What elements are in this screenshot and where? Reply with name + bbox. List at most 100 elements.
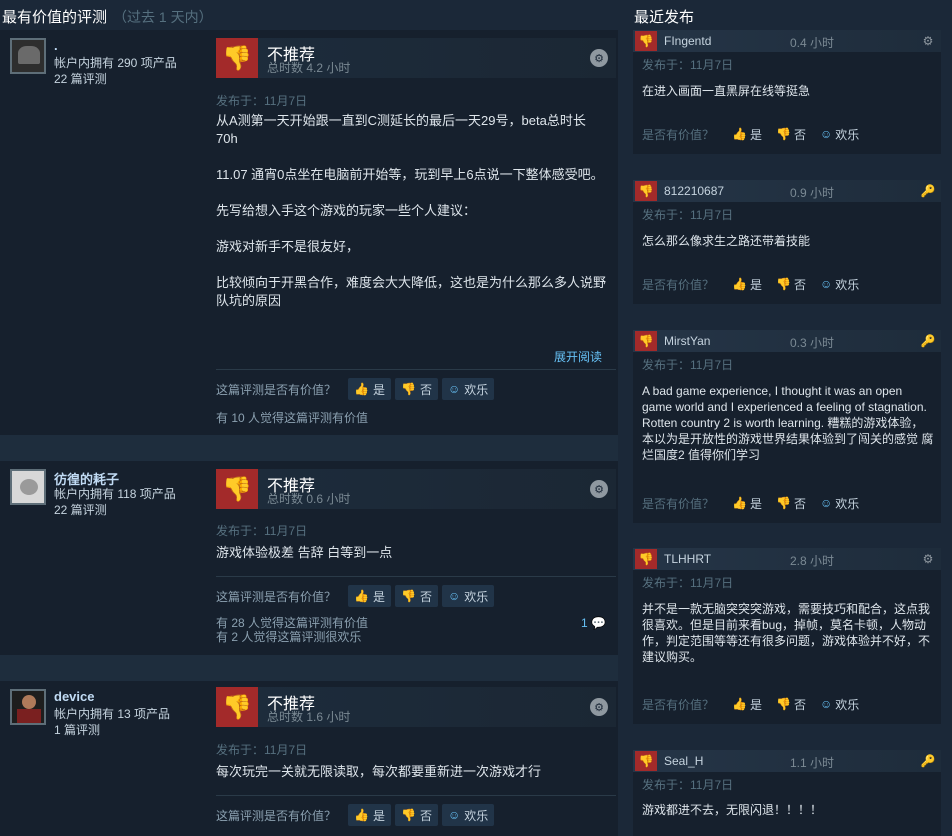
recent-review-card: 👎 812210687 0.9 小时 🔑 发布于：11月7日 怎么那么像求生之路… — [633, 180, 941, 304]
smiley-icon: ☺ — [447, 808, 461, 822]
recent-review-text: 怎么那么像求生之路还带着技能 — [642, 234, 811, 248]
thumbs-down-icon: 👎 — [635, 549, 657, 569]
recent-review-header[interactable]: 👎 TLHHRT 2.8 小时 ⚙ — [633, 548, 941, 570]
recent-review-text: 在进入画面一直黑屏在线等挺急 — [642, 84, 811, 98]
page: 最有价值的评测 （过去 1 天内） 最近发布 . 帐户内拥有 290 项产品 22 … — [0, 0, 952, 836]
smiley-icon: ☺ — [819, 277, 833, 291]
smiley-icon: ☺ — [819, 697, 833, 711]
steam-icon: ⚙ — [590, 49, 608, 67]
smiley-icon: ☺ — [447, 589, 461, 603]
thumbs-up-icon: 👍 — [732, 277, 747, 291]
recent-review-card: 👎 MirstYan 0.3 小时 🔑 发布于：11月7日 A bad game… — [633, 330, 941, 523]
vote-no-button[interactable]: 👎 否 — [772, 493, 810, 513]
avatar[interactable] — [10, 38, 46, 74]
review-card: 彷徨的耗子 帐户内拥有 118 项产品 22 篇评测 👎 不推荐 总时数 0.6 … — [0, 461, 618, 655]
vote-funny-button[interactable]: ☺ 欢乐 — [816, 274, 863, 294]
vote-header[interactable]: 👎 不推荐 总时数 4.2 小时 ⚙ — [216, 38, 616, 78]
vote-header[interactable]: 👎 不推荐 总时数 0.6 小时 ⚙ — [216, 469, 616, 509]
vote-no-button[interactable]: 👎 否 — [394, 804, 438, 826]
review-gap — [0, 655, 618, 681]
section-title-sub: （过去 1 天内） — [113, 9, 213, 25]
recent-author-name[interactable]: TLHHRT — [664, 552, 711, 566]
author-name[interactable]: . — [54, 38, 58, 53]
vote-no-button[interactable]: 👎 否 — [394, 378, 438, 400]
avatar[interactable] — [10, 469, 46, 505]
smiley-icon: ☺ — [819, 496, 833, 510]
vote-funny-button[interactable]: ☺ 欢乐 — [441, 804, 495, 826]
yes-label: 是 — [372, 382, 385, 397]
review-body: 每次玩完一关就无限读取，每次都要重新进一次游戏才行 — [216, 764, 542, 779]
vote-funny-button[interactable]: ☺ 欢乐 — [816, 694, 863, 714]
thumbs-up-icon: 👍 — [732, 697, 747, 711]
no-label: 否 — [793, 697, 806, 712]
recent-review-header[interactable]: 👎 Seal_H 1.1 小时 🔑 — [633, 750, 941, 772]
recent-author-name[interactable]: FIngentd — [664, 34, 711, 48]
author-name[interactable]: device — [54, 689, 94, 704]
review-body: 游戏体验极差 告辞 白等到一点 — [216, 545, 393, 560]
thumbs-up-icon: 👍 — [732, 127, 747, 141]
vote-no-button[interactable]: 👎 否 — [772, 124, 810, 144]
helpful-row: 这篇评测是否有价值？ 👍 是 👎 否 ☺ 欢乐 — [216, 804, 495, 826]
vote-funny-button[interactable]: ☺ 欢乐 — [816, 493, 863, 513]
divider — [216, 795, 616, 796]
avatar[interactable] — [10, 689, 46, 725]
thumbs-down-icon: 👎 — [400, 808, 416, 822]
vote-yes-button[interactable]: 👍 是 — [728, 493, 766, 513]
vote-no-button[interactable]: 👎 否 — [772, 274, 810, 294]
vote-yes-button[interactable]: 👍 是 — [728, 694, 766, 714]
helpful-count: 有 10 人觉得这篇评测有价值 — [216, 411, 369, 425]
recent-title: 最近发布 — [634, 9, 695, 26]
yes-label: 是 — [749, 127, 762, 142]
yes-label: 是 — [749, 496, 762, 511]
recent-author-name[interactable]: MirstYan — [664, 334, 710, 348]
expand-link[interactable]: 展开阅读 — [554, 348, 602, 365]
no-label: 否 — [419, 589, 432, 604]
vote-yes-button[interactable]: 👍 是 — [348, 585, 391, 607]
thumbs-up-icon: 👍 — [354, 589, 369, 603]
recent-playtime: 2.8 小时 — [790, 554, 835, 568]
comment-count[interactable]: 1 💬 — [581, 616, 606, 630]
funny-count-text: 有 2 人觉得这篇评测很欢乐 — [216, 630, 362, 644]
thumbs-down-icon: 👎 — [400, 382, 416, 396]
recent-playtime: 0.9 小时 — [790, 186, 835, 200]
yes-label: 是 — [372, 808, 385, 823]
author-meta: 帐户内拥有 118 项产品 22 篇评测 — [54, 486, 176, 518]
vote-funny-button[interactable]: ☺ 欢乐 — [816, 124, 863, 144]
recent-review-header[interactable]: 👎 812210687 0.9 小时 🔑 — [633, 180, 941, 202]
vote-header[interactable]: 👎 不推荐 总时数 1.6 小时 ⚙ — [216, 687, 616, 727]
vote-yes-button[interactable]: 👍 是 — [728, 274, 766, 294]
recent-posted-date: 发布于：11月7日 — [642, 208, 734, 222]
funny-label: 欢乐 — [835, 697, 860, 712]
helpful-question: 是否有价值？ — [642, 127, 715, 142]
recent-author-name[interactable]: 812210687 — [664, 184, 724, 198]
thumbs-down-icon: 👎 — [400, 589, 416, 603]
helpful-row: 这篇评测是否有价值？ 👍 是 👎 否 ☺ 欢乐 — [216, 378, 495, 400]
divider — [216, 576, 616, 577]
recent-helpful-row: 是否有价值？ 👍 是 👎 否 ☺ 欢乐 — [642, 694, 863, 714]
vote-no-button[interactable]: 👎 否 — [772, 694, 810, 714]
recent-review-header[interactable]: 👎 FIngentd 0.4 小时 ⚙ — [633, 30, 941, 52]
vote-no-button[interactable]: 👎 否 — [394, 585, 438, 607]
vote-yes-button[interactable]: 👍 是 — [348, 804, 391, 826]
vote-yes-button[interactable]: 👍 是 — [728, 124, 766, 144]
section-title-main: 最有价值的评测 — [2, 9, 108, 26]
recent-posted-date: 发布于：11月7日 — [642, 58, 734, 72]
recent-review-header[interactable]: 👎 MirstYan 0.3 小时 🔑 — [633, 330, 941, 352]
posted-date: 发布于：11月7日 — [216, 524, 308, 538]
thumbs-down-icon: 👎 — [216, 469, 258, 509]
helpful-question: 这篇评测是否有价值？ — [216, 382, 337, 397]
vote-funny-button[interactable]: ☺ 欢乐 — [441, 378, 495, 400]
recent-posted-date: 发布于：11月7日 — [642, 358, 734, 372]
vote-funny-button[interactable]: ☺ 欢乐 — [441, 585, 495, 607]
divider — [216, 369, 616, 370]
author-products: 帐户内拥有 290 项产品 — [54, 56, 177, 70]
recent-playtime: 0.4 小时 — [790, 36, 835, 50]
vote-yes-button[interactable]: 👍 是 — [348, 378, 391, 400]
no-label: 否 — [419, 808, 432, 823]
author-meta: 帐户内拥有 290 项产品 22 篇评测 — [54, 55, 177, 87]
helpful-count-text: 有 28 人觉得这篇评测有价值 — [216, 616, 369, 630]
recent-author-name[interactable]: Seal_H — [664, 754, 703, 768]
yes-label: 是 — [372, 589, 385, 604]
author-review-count: 22 篇评测 — [54, 72, 107, 86]
recent-review-card: 👎 TLHHRT 2.8 小时 ⚙ 发布于：11月7日 并不是一款无脑突突突游戏… — [633, 548, 941, 724]
